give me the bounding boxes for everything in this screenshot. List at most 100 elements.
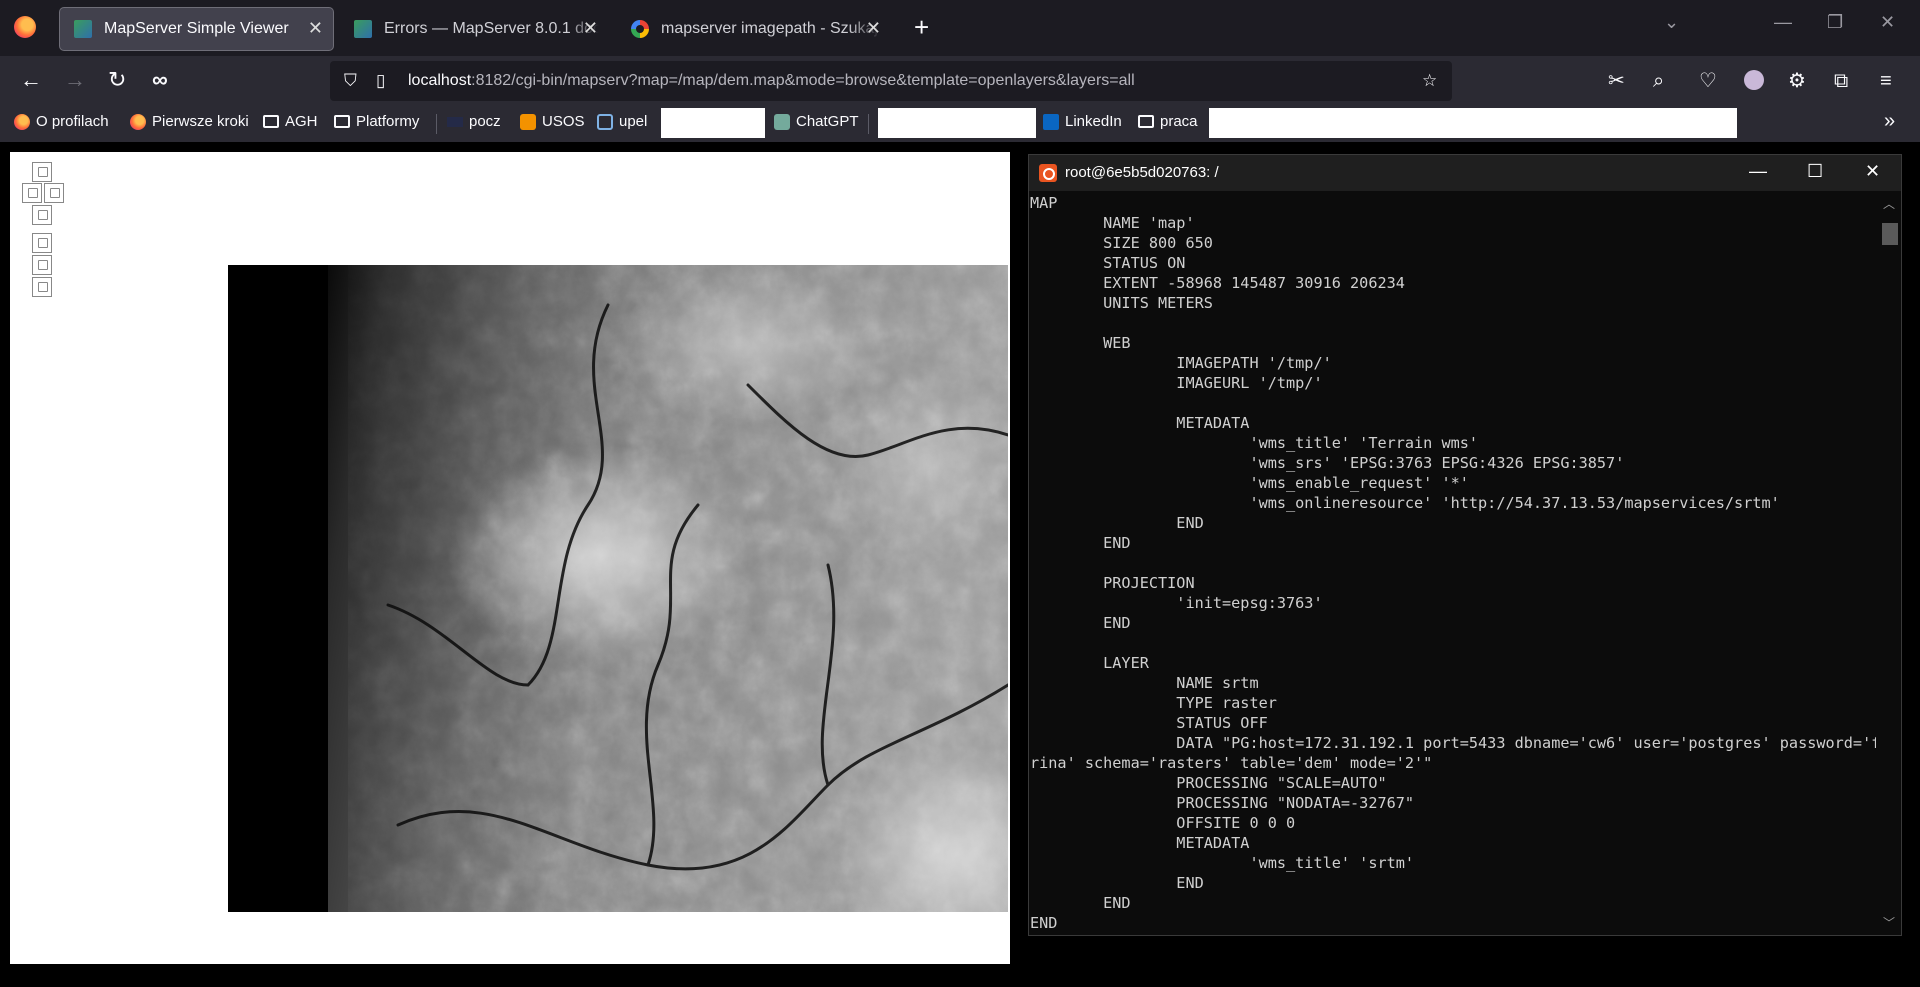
- mapserver-icon: [74, 20, 92, 38]
- terminal-line: DATA "PG:host=172.31.192.1 port=5433 dbn…: [1030, 734, 1876, 752]
- terminal-window[interactable]: root@6e5b5d020763: / — ☐ ✕ MAP NAME 'map…: [1028, 154, 1902, 936]
- bookmark-usos[interactable]: USOS: [520, 113, 585, 130]
- bookmarks-toolbar: O profilach Pierwsze kroki AGH Platformy…: [0, 106, 1920, 142]
- list-all-tabs-icon[interactable]: ⌄: [1664, 12, 1679, 33]
- address-bar[interactable]: ⛉ ▯ localhost:8182/cgi-bin/mapserv?map=/…: [330, 61, 1452, 101]
- close-tab-icon[interactable]: ✕: [866, 18, 881, 38]
- terminal-line: PROCESSING "SCALE=AUTO": [1030, 774, 1387, 792]
- mail-icon: [447, 116, 463, 127]
- private-browsing-icon[interactable]: ∞: [152, 68, 168, 92]
- screenshot-icon[interactable]: ✂: [1608, 69, 1625, 93]
- more-bookmarks-icon[interactable]: »: [1884, 110, 1895, 133]
- terminal-line: NAME 'map': [1030, 214, 1195, 232]
- url-text[interactable]: localhost:8182/cgi-bin/mapserv?map=/map/…: [408, 72, 1135, 90]
- bookmark-praca[interactable]: praca: [1138, 113, 1198, 130]
- terminal-line: PROCESSING "NODATA=-32767": [1030, 794, 1415, 812]
- tab-title: MapServer Simple Viewer: [104, 20, 289, 37]
- menu-icon[interactable]: ≡: [1880, 69, 1892, 93]
- bookmark-linkedin[interactable]: LinkedIn: [1043, 113, 1122, 130]
- bookmark-blank[interactable]: [878, 108, 1036, 138]
- pan-down-button[interactable]: [32, 205, 52, 225]
- mapserver-icon: [354, 20, 372, 38]
- bookmark-chatgpt[interactable]: ChatGPT: [774, 113, 859, 130]
- terminal-line: IMAGEURL '/tmp/': [1030, 374, 1323, 392]
- tab-title: Errors — MapServer 8.0.1 documentation: [384, 20, 599, 37]
- terminal-line: UNITS METERS: [1030, 294, 1213, 312]
- bookmark-separator: [436, 114, 437, 134]
- upel-icon: [597, 113, 613, 130]
- bookmark-label: LinkedIn: [1065, 113, 1122, 130]
- firefox-icon: [14, 113, 30, 130]
- new-tab-icon[interactable]: +: [914, 12, 929, 43]
- restore-window-icon[interactable]: ❐: [1827, 12, 1843, 33]
- folder-icon: [334, 115, 350, 128]
- terminal-line: WEB: [1030, 334, 1131, 352]
- bookmark-platformy[interactable]: Platformy: [334, 113, 419, 130]
- gear-icon[interactable]: ⚙: [1788, 69, 1806, 93]
- terminal-line: END: [1030, 614, 1131, 632]
- bookmark-pocz[interactable]: pocz: [447, 113, 501, 130]
- bookmark-label: praca: [1160, 113, 1198, 130]
- pan-up-button[interactable]: [32, 162, 52, 182]
- terminal-titlebar[interactable]: root@6e5b5d020763: / — ☐ ✕: [1029, 155, 1901, 191]
- terminal-line: 'wms_srs' 'EPSG:3763 EPSG:4326 EPSG:3857…: [1030, 454, 1625, 472]
- terminal-line: 'wms_title' 'Terrain wms': [1030, 434, 1479, 452]
- chatgpt-icon: [774, 113, 790, 130]
- scroll-down-icon[interactable]: ﹀: [1883, 914, 1895, 931]
- bookmark-agh[interactable]: AGH: [263, 113, 318, 130]
- bookmark-pierwsze-kroki[interactable]: Pierwsze kroki: [130, 113, 249, 130]
- terminal-line: END: [1030, 894, 1131, 912]
- bookmark-label: pocz: [469, 113, 501, 130]
- firefox-menu-icon[interactable]: [14, 16, 36, 38]
- minimize-icon[interactable]: —: [1749, 161, 1767, 182]
- terminal-line: STATUS OFF: [1030, 714, 1268, 732]
- terminal-line: 'wms_title' 'srtm': [1030, 854, 1415, 872]
- scroll-up-icon[interactable]: ︿: [1883, 195, 1895, 212]
- terminal-line: rina' schema='rasters' table='dem' mode=…: [1030, 754, 1433, 772]
- terminal-line: MAP: [1030, 194, 1058, 212]
- bookmark-blank[interactable]: [1209, 108, 1737, 138]
- account-avatar[interactable]: [1744, 70, 1764, 90]
- close-tab-icon[interactable]: ✕: [583, 18, 598, 38]
- pocket-icon[interactable]: ♡: [1699, 69, 1717, 93]
- terminal-line: METADATA: [1030, 414, 1250, 432]
- bookmark-o-profilach[interactable]: O profilach: [14, 113, 109, 130]
- terminal-output[interactable]: MAP NAME 'map' SIZE 800 650 STATUS ON EX…: [1030, 193, 1876, 935]
- linkedin-icon: [1043, 113, 1059, 130]
- bookmark-label: upel: [619, 113, 648, 130]
- extensions-icon[interactable]: ⧉: [1834, 69, 1848, 93]
- close-tab-icon[interactable]: ✕: [308, 18, 323, 38]
- search-icon[interactable]: ⌕: [1653, 69, 1664, 93]
- tab-mapserver-viewer[interactable]: MapServer Simple Viewer ✕: [60, 8, 333, 50]
- back-icon[interactable]: ←: [20, 68, 42, 92]
- google-icon: [631, 20, 649, 38]
- zoom-out-button[interactable]: [32, 277, 52, 297]
- folder-icon: [1138, 115, 1154, 128]
- shield-icon[interactable]: ⛉: [344, 71, 357, 91]
- reload-icon[interactable]: ↻: [108, 68, 126, 92]
- pan-right-button[interactable]: [44, 183, 64, 203]
- maximize-icon[interactable]: ☐: [1807, 161, 1823, 182]
- bookmark-star-icon[interactable]: ☆: [1422, 71, 1437, 91]
- terminal-line: PROJECTION: [1030, 574, 1195, 592]
- tab-bar: MapServer Simple Viewer ✕ Errors — MapSe…: [0, 0, 1920, 56]
- minimize-window-icon[interactable]: —: [1774, 12, 1792, 33]
- scrollbar-thumb[interactable]: [1882, 223, 1898, 245]
- close-window-icon[interactable]: ✕: [1880, 12, 1895, 33]
- terminal-line: OFFSITE 0 0 0: [1030, 814, 1296, 832]
- tab-google-search[interactable]: mapserver imagepath - Szukaj w Google ✕: [617, 8, 891, 50]
- forward-icon[interactable]: →: [64, 68, 86, 92]
- tab-errors-docs[interactable]: Errors — MapServer 8.0.1 documentation ✕: [340, 8, 608, 50]
- dem-raster-image[interactable]: [228, 265, 1008, 912]
- terminal-scrollbar[interactable]: ︿ ﹀: [1879, 193, 1899, 933]
- zoom-in-button[interactable]: [32, 233, 52, 253]
- map-viewer[interactable]: [10, 152, 1010, 964]
- pan-left-button[interactable]: [22, 183, 42, 203]
- close-icon[interactable]: ✕: [1865, 161, 1880, 182]
- bookmark-blank[interactable]: [661, 108, 765, 138]
- page-info-icon[interactable]: ▯: [376, 71, 385, 91]
- zoom-world-button[interactable]: [32, 255, 52, 275]
- bookmark-upel[interactable]: upel: [597, 113, 647, 130]
